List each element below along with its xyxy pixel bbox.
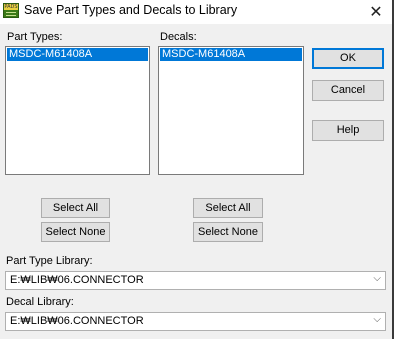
decals-label: Decals: [160,31,197,43]
part-types-list-item[interactable]: MSDC-M61408A [7,48,148,61]
decal-library-value: E:₩LIB₩06.CONNECTOR [10,315,144,327]
part-types-select-none-button[interactable]: Select None [41,222,110,242]
help-button[interactable]: Help [312,120,384,141]
part-types-list[interactable]: MSDC-M61408A [5,46,150,175]
cancel-button[interactable]: Cancel [312,80,384,101]
part-type-library-value: E:₩LIB₩06.CONNECTOR [10,274,144,286]
part-types-select-all-button[interactable]: Select All [41,198,110,218]
close-icon[interactable]: ✕ [364,2,388,22]
chevron-down-icon[interactable]: ⌵ [373,314,381,325]
decal-library-select[interactable]: E:₩LIB₩06.CONNECTOR ⌵ [5,312,386,331]
app-icon: PADS [3,3,19,18]
decals-select-all-button[interactable]: Select All [193,198,263,218]
part-type-library-label: Part Type Library: [6,255,93,267]
window-title: Save Part Types and Decals to Library [24,3,238,17]
decals-list-item[interactable]: MSDC-M61408A [160,48,302,61]
chevron-down-icon[interactable]: ⌵ [373,273,381,284]
ok-button[interactable]: OK [312,48,384,69]
title-bar: PADS Save Part Types and Decals to Libra… [0,0,394,24]
decal-library-label: Decal Library: [6,296,74,308]
decals-select-none-button[interactable]: Select None [193,222,263,242]
app-icon-text: PADS [4,4,18,10]
part-type-library-select[interactable]: E:₩LIB₩06.CONNECTOR ⌵ [5,271,386,290]
part-types-label: Part Types: [7,31,63,43]
decals-list[interactable]: MSDC-M61408A [158,46,304,175]
